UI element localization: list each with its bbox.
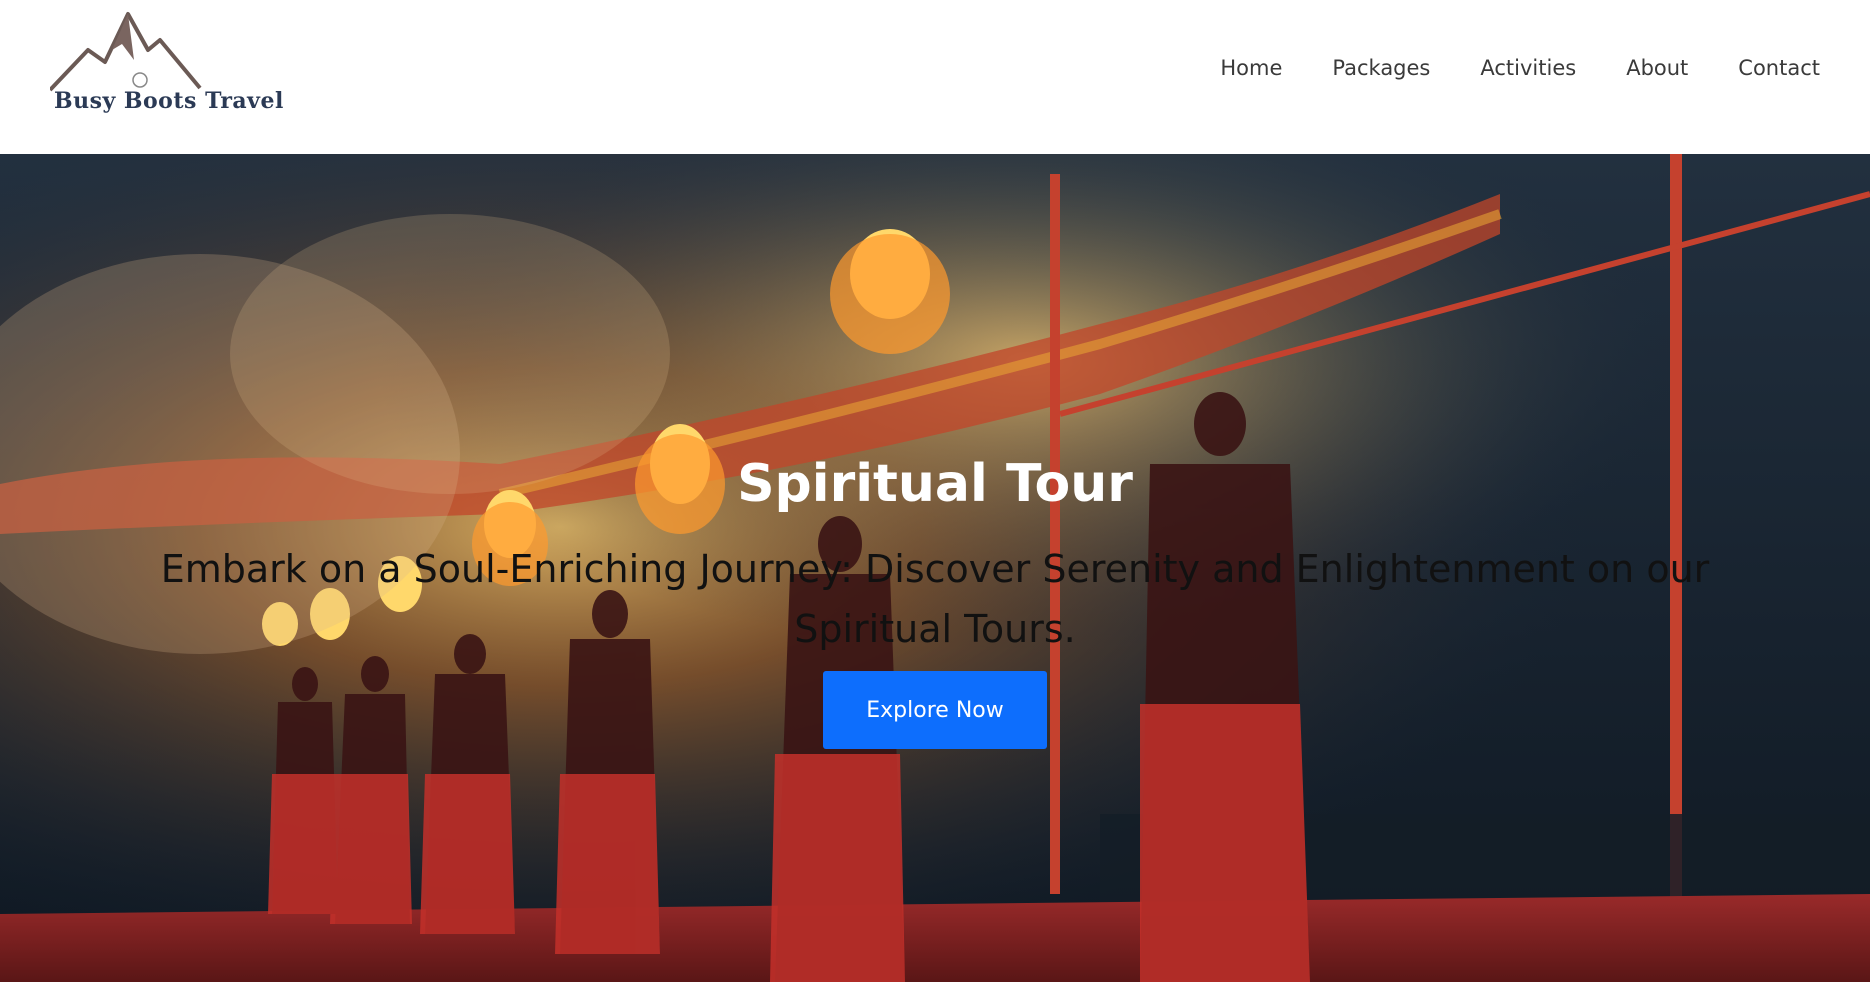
nav-activities[interactable]: Activities [1480,56,1576,80]
mountain-icon [50,12,202,92]
site-header: Busy Boots Travel Home Packages Activiti… [0,0,1870,154]
hero-title: Spiritual Tour [737,454,1133,514]
main-nav: Home Packages Activities About Contact [1220,56,1820,80]
logo-text: Busy Boots Travel [54,88,284,114]
nav-home[interactable]: Home [1220,56,1282,80]
brand-logo[interactable]: Busy Boots Travel [50,10,283,125]
hero-section: Spiritual Tour Embark on a Soul-Enrichin… [0,154,1870,982]
explore-now-button[interactable]: Explore Now [823,671,1047,749]
nav-contact[interactable]: Contact [1738,56,1820,80]
nav-packages[interactable]: Packages [1332,56,1430,80]
nav-about[interactable]: About [1626,56,1688,80]
hero-subtitle: Embark on a Soul-Enriching Journey: Disc… [160,547,1710,651]
